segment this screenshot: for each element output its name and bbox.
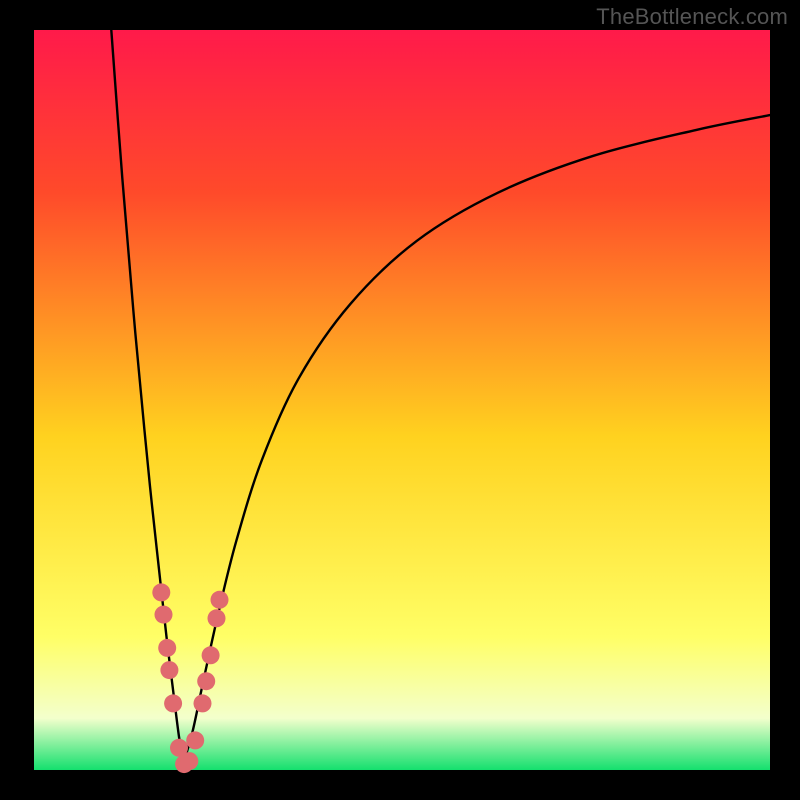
watermark-label: TheBottleneck.com (596, 4, 788, 30)
sample-dot (186, 731, 204, 749)
sample-dot (164, 694, 182, 712)
sample-dot (208, 609, 226, 627)
chart-frame: TheBottleneck.com (0, 0, 800, 800)
bottleneck-chart (0, 0, 800, 800)
sample-dot (211, 591, 229, 609)
sample-dot (152, 583, 170, 601)
plot-background (34, 30, 770, 770)
sample-dot (202, 646, 220, 664)
sample-dot (180, 752, 198, 770)
sample-dot (194, 694, 212, 712)
sample-dot (155, 606, 173, 624)
sample-dot (160, 661, 178, 679)
sample-dot (158, 639, 176, 657)
sample-dot (197, 672, 215, 690)
